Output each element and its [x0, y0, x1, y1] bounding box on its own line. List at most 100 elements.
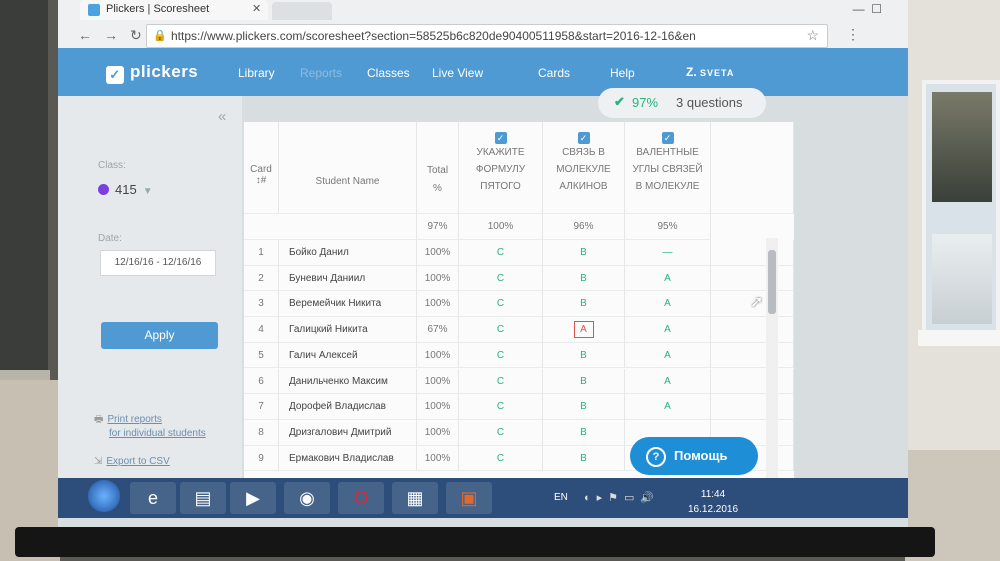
start-button[interactable]: [88, 480, 120, 512]
projector-screen-roller: [15, 527, 935, 557]
chalkboard: [0, 0, 48, 370]
projected-screen: Plickers | Scoresheet ✕ — ☐ ← → ↻ 🔒 https:…: [58, 0, 908, 527]
nav-live-view[interactable]: Live View: [432, 66, 483, 80]
card-number: 9: [244, 445, 279, 472]
media-player-icon[interactable]: ▶: [230, 482, 276, 514]
browser-tab[interactable]: Plickers | Scoresheet ✕: [80, 0, 268, 20]
student-name: Данильченко Максим: [279, 368, 417, 395]
back-icon[interactable]: ←: [78, 27, 92, 43]
opera-icon[interactable]: O: [338, 482, 384, 514]
student-name: Дорофей Владислав: [279, 394, 417, 420]
help-button-label: Помощь: [674, 448, 728, 463]
reload-icon[interactable]: ↻: [130, 27, 142, 43]
remote-desktop-icon[interactable]: ▦: [392, 482, 438, 514]
nav-library[interactable]: Library: [238, 66, 275, 80]
summary-percent: 97%: [632, 95, 659, 110]
answer-cell: A: [625, 291, 711, 318]
browser-chrome: Plickers | Scoresheet ✕ — ☐ ← → ↻ 🔒 https:…: [58, 0, 908, 48]
answer-cell: B: [543, 291, 625, 318]
nav-reports[interactable]: Reports: [300, 66, 342, 80]
card-number: 8: [244, 419, 279, 446]
empty-cell: [711, 394, 794, 420]
date-range-input[interactable]: 12/16/16 - 12/16/16: [100, 250, 216, 276]
nav-help[interactable]: Help: [610, 66, 635, 80]
user-menu[interactable]: Z. SVETA: [686, 65, 734, 79]
plickers-logo[interactable]: ✓ plickers: [106, 62, 198, 84]
question-percent: 95%: [625, 214, 711, 240]
language-indicator[interactable]: EN: [554, 492, 568, 503]
answer-cell: C: [459, 240, 543, 266]
tray-icons[interactable]: ◐▸⚑▭🔊: [584, 491, 660, 504]
question-header[interactable]: ✓ СВЯЗЬ В МОЛЕКУЛЕ АЛКИНОВ: [543, 122, 625, 214]
date-label: Date:: [98, 233, 122, 244]
system-clock[interactable]: 11:44 16.12.2016: [688, 487, 738, 517]
collapse-sidebar-icon[interactable]: «: [218, 108, 226, 125]
internet-explorer-icon[interactable]: e: [130, 482, 176, 514]
answer-cell: A: [543, 317, 625, 343]
bookmark-star-icon[interactable]: ☆: [806, 27, 819, 44]
chalkboard-frame: [0, 370, 50, 380]
question-header[interactable]: ✓ УКАЖИТЕ ФОРМУЛУ ПЯТОГО: [459, 122, 543, 214]
address-bar[interactable]: 🔒 https://www.plickers.com/scoresheet?se…: [146, 24, 828, 48]
windows-taskbar: e ▤ ▶ ◉ O ▦ ▣ EN ◐▸⚑▭🔊 11:44 16.12.2016: [58, 478, 908, 518]
answer-cell: B: [543, 368, 625, 395]
tab-title: Plickers | Scoresheet: [106, 3, 210, 15]
browser-menu-icon[interactable]: ⋮: [846, 26, 860, 43]
card-number: 2: [244, 265, 279, 292]
presentation-icon[interactable]: ▣: [446, 482, 492, 514]
question-percent: 100%: [459, 214, 543, 240]
question-percent: 96%: [543, 214, 625, 240]
student-total: 100%: [417, 240, 459, 266]
answer-cell: C: [459, 419, 543, 446]
chrome-icon[interactable]: ◉: [284, 482, 330, 514]
col-header-total[interactable]: Total%: [417, 122, 459, 214]
student-total: 100%: [417, 445, 459, 472]
question-checkbox[interactable]: ✓: [577, 132, 590, 144]
answer-cell: A: [625, 342, 711, 369]
question-checkbox[interactable]: ✓: [494, 132, 507, 144]
url-text: https://www.plickers.com/scoresheet?sect…: [171, 29, 696, 43]
table-scrollbar[interactable]: [766, 238, 778, 478]
mouse-cursor-icon: ➚: [750, 294, 764, 311]
class-select[interactable]: 415 ▼: [98, 182, 153, 197]
answer-cell: C: [459, 445, 543, 472]
student-name: Бойко Данил: [279, 240, 417, 266]
percent-row-blank: [244, 214, 417, 240]
forward-icon[interactable]: →: [104, 27, 118, 43]
student-name: Дризгалович Дмитрий: [279, 419, 417, 446]
answer-cell: B: [543, 240, 625, 266]
file-explorer-icon[interactable]: ▤: [180, 482, 226, 514]
card-number: 7: [244, 394, 279, 420]
room-window: [922, 80, 1000, 340]
empty-cell: [711, 240, 794, 266]
help-chat-button[interactable]: ? Помощь: [630, 437, 758, 475]
print-reports-link[interactable]: 🖶 Print reports: [94, 412, 162, 429]
close-tab-icon[interactable]: ✕: [252, 2, 261, 15]
summary-questions: 3 questions: [676, 95, 743, 110]
col-header-card[interactable]: Card ↕#: [244, 122, 279, 214]
question-header[interactable]: ✓ ВАЛЕНТНЫЕ УГЛЫ СВЯЗЕЙ В МОЛЕКУЛЕ: [625, 122, 711, 214]
plickers-favicon-icon: [88, 4, 100, 16]
student-total: 67%: [417, 317, 459, 343]
apply-button[interactable]: Apply: [101, 322, 218, 349]
answer-cell: C: [459, 342, 543, 369]
window-controls[interactable]: — ☐: [853, 2, 882, 16]
col-header-name[interactable]: Student Name: [279, 122, 417, 214]
student-total: 100%: [417, 419, 459, 446]
nav-cards[interactable]: Cards: [538, 66, 570, 80]
class-label: Class:: [98, 160, 126, 171]
student-total: 100%: [417, 291, 459, 318]
print-individual-link[interactable]: for individual students: [109, 428, 206, 439]
student-name: Галич Алексей: [279, 342, 417, 369]
nav-classes[interactable]: Classes: [367, 66, 410, 80]
question-checkbox[interactable]: ✓: [661, 132, 674, 144]
score-summary: ✔ 97% 3 questions: [598, 88, 766, 118]
student-total: 100%: [417, 265, 459, 292]
scrollbar-thumb[interactable]: [768, 250, 776, 314]
student-name: Галицкий Никита: [279, 317, 417, 343]
export-csv-link[interactable]: ⇲ Export to CSV: [94, 456, 170, 467]
card-number: 1: [244, 240, 279, 266]
student-total: 100%: [417, 368, 459, 395]
empty-cell: [711, 317, 794, 343]
new-tab[interactable]: [272, 2, 332, 20]
